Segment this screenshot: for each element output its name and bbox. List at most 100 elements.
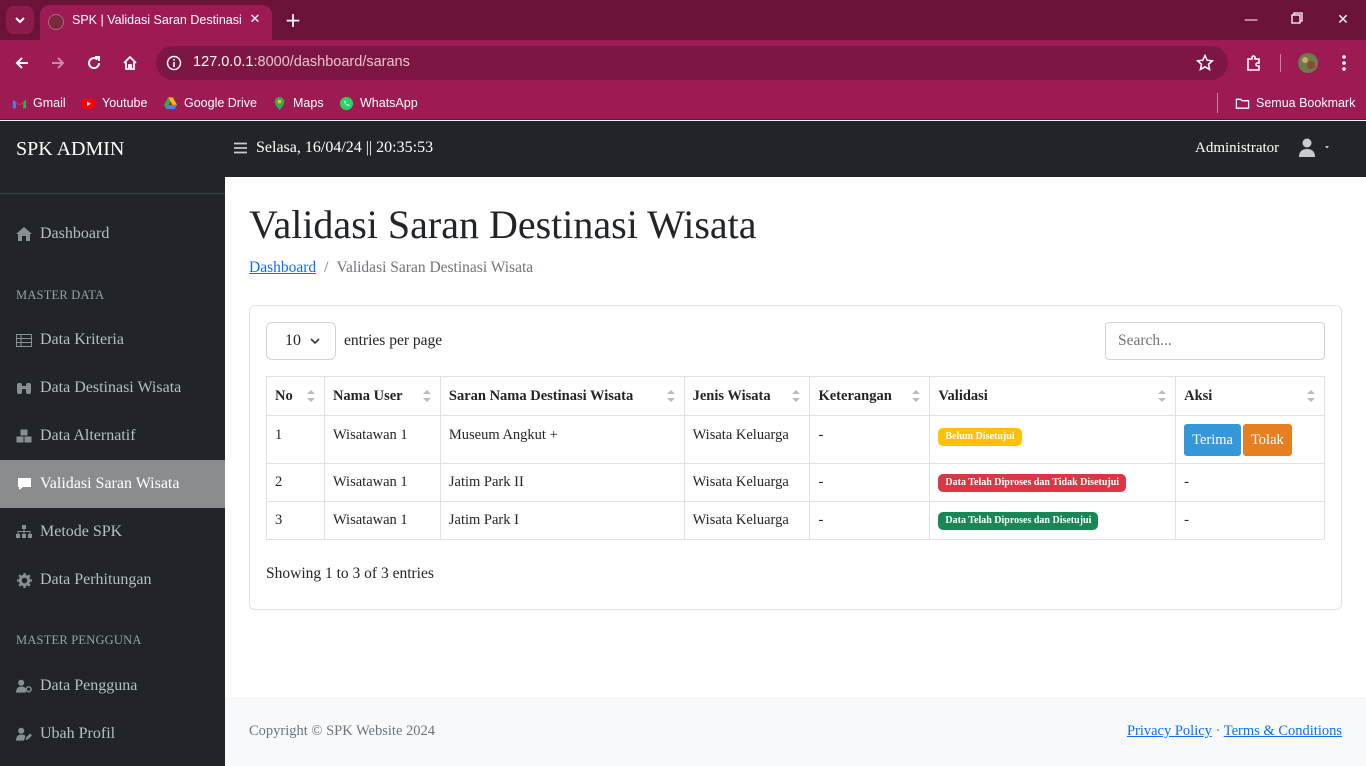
status-badge: Data Telah Diproses dan Disetujui [938,512,1099,530]
cell-keterangan: - [809,415,931,464]
footer-links: Privacy Policy · Terms & Conditions [1127,723,1342,740]
google-drive-icon [163,96,178,109]
sidebar-item-ubah-profil[interactable]: Ubah Profil [0,710,225,758]
cell-aksi: - [1175,463,1325,502]
entries-per-page-select[interactable]: 10 [266,322,336,360]
cell-saran: Jatim Park I [439,501,685,540]
cell-user: Wisatawan 1 [323,415,441,464]
sidebar-item-data-perhitungan[interactable]: Data Perhitungan [0,556,225,604]
user-menu-dropdown[interactable] [1298,138,1332,163]
reload-button[interactable] [80,49,108,77]
divider [0,193,225,194]
sidebar-item-data-destinasi[interactable]: Data Destinasi Wisata [0,364,225,412]
restore-button[interactable] [1284,8,1310,32]
cell-jenis: Wisata Keluarga [683,501,811,540]
cell-validasi: Data Telah Diproses dan Tidak Disetujui [929,463,1177,502]
bookmark-label: WhatsApp [360,96,418,110]
tab-search-button[interactable] [6,6,34,34]
more-vert-icon [1342,55,1346,71]
table-row: 3 Wisatawan 1 Jatim Park I Wisata Keluar… [266,501,1325,540]
cubes-icon [16,428,32,444]
sidebar-item-label: Data Perhitungan [40,571,152,588]
terms-link[interactable]: Terms & Conditions [1224,723,1342,739]
forward-button[interactable] [44,49,72,77]
restore-icon [1291,12,1303,24]
browser-tab[interactable]: SPK | Validasi Saran Destinasi W ✕ [40,5,272,40]
sidebar-item-dashboard[interactable]: Dashboard [0,210,225,258]
column-header-saran[interactable]: Saran Nama Destinasi Wisata [439,376,685,416]
footer: Copyright © SPK Website 2024 Privacy Pol… [225,697,1366,766]
profile-avatar[interactable] [1294,49,1322,77]
tolak-button[interactable]: Tolak [1242,423,1292,456]
column-header-validasi[interactable]: Validasi [929,376,1177,416]
site-info-icon[interactable] [166,55,182,76]
youtube-icon [81,98,96,109]
all-bookmarks-folder[interactable]: Semua Bookmark [1235,93,1355,113]
bookmark-maps[interactable]: Maps [272,93,324,113]
arrow-right-icon [52,57,65,69]
new-tab-button[interactable]: + [282,9,304,31]
privacy-policy-link[interactable]: Privacy Policy [1127,723,1212,739]
toolbar-divider [1280,54,1281,72]
sidebar-item-metode-spk[interactable]: Metode SPK [0,508,225,556]
back-button[interactable] [8,49,36,77]
status-badge: Belum Disetujui [938,428,1022,446]
all-bookmarks-label: Semua Bookmark [1256,96,1356,110]
sidebar-item-data-alternatif[interactable]: Data Alternatif [0,412,225,460]
sidebar-item-validasi-saran[interactable]: Validasi Saran Wisata [0,460,225,508]
sidebar-item-label: Data Alternatif [40,427,136,444]
brand-title[interactable]: SPK ADMIN [16,138,124,161]
cell-keterangan: - [809,501,931,540]
browser-menu-button[interactable] [1330,49,1358,77]
sort-icon [1307,390,1315,402]
minimize-button[interactable]: — [1238,8,1264,32]
cell-aksi: Terima Tolak [1175,415,1325,464]
tab-close-icon[interactable]: ✕ [246,11,264,29]
breadcrumb-dashboard-link[interactable]: Dashboard [249,259,316,276]
folder-icon [1235,98,1250,109]
column-header-keterangan[interactable]: Keterangan [809,376,931,416]
user-icon [1299,138,1329,157]
bookmark-star-icon[interactable] [1195,53,1215,77]
browser-tab-bar: SPK | Validasi Saran Destinasi W ✕ + — ✕ [0,0,1366,40]
address-bar[interactable]: 127.0.0.1:8000/dashboard/sarans [156,46,1228,80]
bookmark-google-drive[interactable]: Google Drive [163,93,257,113]
close-window-button[interactable]: ✕ [1330,8,1356,32]
search-input[interactable] [1105,322,1325,360]
bookmark-label: Google Drive [184,96,257,110]
extensions-button[interactable] [1240,49,1268,77]
current-datetime: Selasa, 16/04/24 || 20:35:53 [256,139,434,156]
home-icon [16,226,32,242]
tab-favicon-icon [48,14,64,30]
cell-user: Wisatawan 1 [323,501,441,540]
sidebar-item-data-pengguna[interactable]: Data Pengguna [0,662,225,710]
table-row: 2 Wisatawan 1 Jatim Park II Wisata Kelua… [266,463,1325,502]
url-text: 127.0.0.1:8000/dashboard/sarans [193,54,410,70]
column-header-nama-user[interactable]: Nama User [323,376,441,416]
section-header-master-data: MASTER DATA [16,288,105,302]
chevron-down-icon [15,17,25,24]
main-content: Validasi Saran Destinasi Wisata Dashboar… [225,177,1366,697]
column-header-jenis-wisata[interactable]: Jenis Wisata [683,376,811,416]
arrow-left-icon [15,57,28,69]
breadcrumb: Dashboard / Validasi Saran Destinasi Wisat… [249,259,533,277]
cell-saran: Museum Angkut + [439,415,685,464]
cell-keterangan: - [809,463,931,502]
sidebar-item-data-kriteria[interactable]: Data Kriteria [0,316,225,364]
avatar-icon [1298,53,1318,73]
cell-validasi: Belum Disetujui [929,415,1177,464]
bookmark-gmail[interactable]: Gmail [12,93,66,113]
terima-button[interactable]: Terima [1184,423,1241,456]
cell-no: 1 [266,415,325,464]
sidebar-toggle-icon[interactable] [234,141,247,159]
table-icon [16,332,32,348]
sidebar-item-label: Data Destinasi Wisata [40,379,182,396]
table-header-row: No Nama User Saran Nama Destinasi Wisata… [266,376,1325,416]
bookmark-youtube[interactable]: Youtube [81,93,147,113]
column-header-aksi[interactable]: Aksi [1175,376,1325,416]
column-header-no[interactable]: No [266,376,325,416]
home-button[interactable] [116,49,144,77]
status-badge: Data Telah Diproses dan Tidak Disetujui [938,474,1127,492]
bookmark-divider [1217,93,1218,113]
bookmark-whatsapp[interactable]: WhatsApp [339,93,418,113]
